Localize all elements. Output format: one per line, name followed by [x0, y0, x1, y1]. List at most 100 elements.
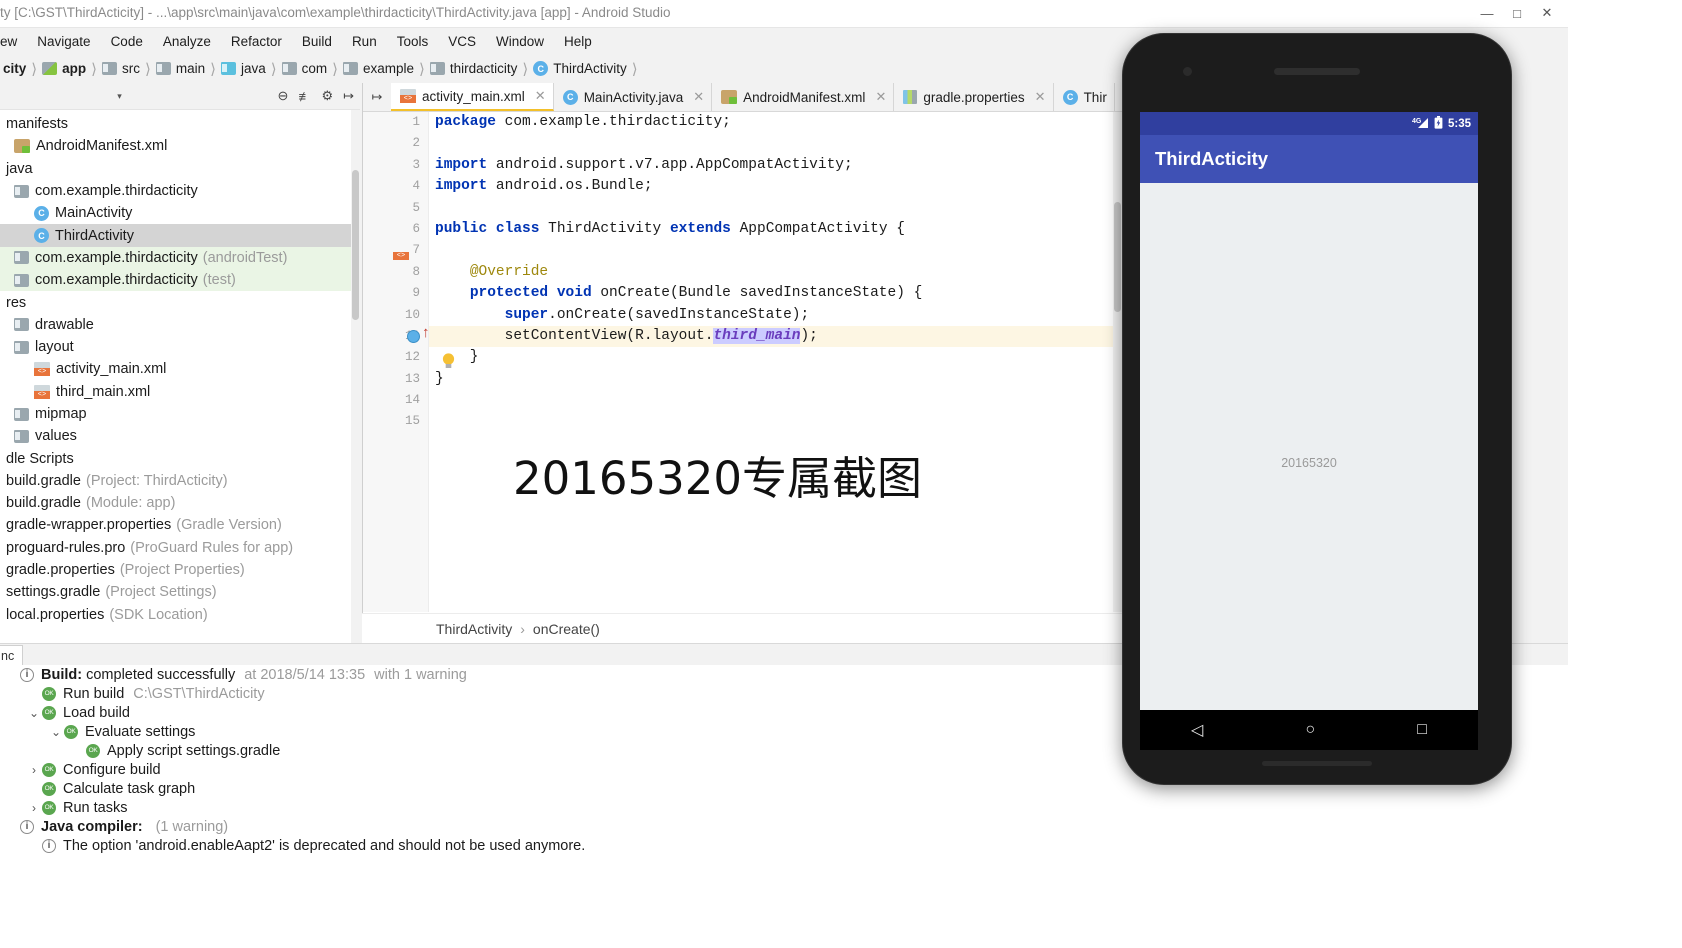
tree-item[interactable]: manifests: [0, 113, 360, 135]
close-icon[interactable]: ✕: [1532, 0, 1562, 26]
tree-item[interactable]: activity_main.xml: [0, 358, 360, 380]
status-breadcrumb-method[interactable]: onCreate(): [533, 621, 600, 637]
code-line[interactable]: setContentView(R.layout.third_main);: [429, 325, 1123, 348]
code-area[interactable]: 123456789101112131415 package com.exampl…: [363, 112, 1123, 612]
code-line[interactable]: [429, 390, 1123, 411]
menu-item-refactor[interactable]: Refactor: [221, 32, 292, 51]
home-button[interactable]: ○: [1305, 721, 1315, 739]
recents-button[interactable]: □: [1417, 721, 1427, 739]
breadcrumb-item-java[interactable]: java: [218, 61, 269, 76]
tree-item[interactable]: local.properties (SDK Location): [0, 604, 360, 626]
menu-item-code[interactable]: Code: [101, 32, 153, 51]
intention-bulb-icon[interactable]: [441, 352, 456, 370]
tree-item[interactable]: values: [0, 425, 360, 447]
tree-item[interactable]: third_main.xml: [0, 381, 360, 403]
code-line[interactable]: [429, 240, 1123, 261]
code-line[interactable]: package com.example.thirdacticity;: [429, 112, 1123, 133]
tree-item[interactable]: settings.gradle (Project Settings): [0, 581, 360, 603]
editor-tab[interactable]: C MainActivity.java ✕: [553, 83, 713, 111]
menu-item-view[interactable]: ew: [0, 32, 27, 51]
menu-item-navigate[interactable]: Navigate: [27, 32, 100, 51]
editor-tab[interactable]: AndroidManifest.xml ✕: [712, 83, 895, 111]
tree-item[interactable]: com.example.thirdacticity (test): [0, 269, 360, 292]
code-line[interactable]: super.onCreate(savedInstanceState);: [429, 305, 1123, 326]
close-tab-icon[interactable]: ✕: [1035, 89, 1046, 105]
breadcrumb-item-main[interactable]: main: [153, 61, 208, 76]
menu-item-analyze[interactable]: Analyze: [153, 32, 221, 51]
tab-sync[interactable]: nc: [0, 645, 24, 666]
expand-chevron-icon[interactable]: ›: [26, 801, 42, 815]
editor-tab[interactable]: C Thir: [1053, 83, 1115, 111]
gear-icon[interactable]: ⚙: [321, 88, 333, 104]
code-line[interactable]: public class ThirdActivity extends AppCo…: [429, 219, 1123, 240]
expand-chevron-icon[interactable]: ›: [26, 763, 42, 777]
chevron-right-icon: ⟩: [332, 60, 338, 78]
maximize-icon[interactable]: □: [1502, 0, 1532, 26]
code-line[interactable]: [429, 411, 1123, 432]
tree-item[interactable]: gradle-wrapper.properties (Gradle Version…: [0, 514, 360, 536]
menu-item-help[interactable]: Help: [554, 32, 602, 51]
expand-chevron-icon[interactable]: ⌄: [26, 706, 42, 720]
tree-item[interactable]: drawable: [0, 314, 360, 336]
menu-item-window[interactable]: Window: [486, 32, 554, 51]
tree-item[interactable]: dle Scripts: [0, 447, 360, 469]
menu-item-tools[interactable]: Tools: [387, 32, 439, 51]
sort-icon[interactable]: ≢: [298, 89, 311, 104]
override-arrow-icon[interactable]: ↑: [422, 324, 430, 341]
tree-item[interactable]: com.example.thirdacticity: [0, 180, 360, 202]
editor-tab[interactable]: activity_main.xml ✕: [391, 83, 554, 111]
build-output-row[interactable]: › OK Run tasks: [0, 798, 1568, 817]
code-line[interactable]: [429, 198, 1123, 219]
project-scrollbar[interactable]: [351, 110, 360, 643]
close-tab-icon[interactable]: ✕: [875, 89, 886, 105]
collapse-all-icon[interactable]: ⊖: [278, 88, 289, 104]
tree-item[interactable]: gradle.properties (Project Properties): [0, 559, 360, 581]
editor-scrollbar[interactable]: [1113, 112, 1122, 612]
breadcrumb-item-project[interactable]: city: [0, 61, 29, 76]
back-button[interactable]: ◁: [1191, 720, 1203, 740]
menu-item-vcs[interactable]: VCS: [438, 32, 486, 51]
tree-item[interactable]: build.gradle (Project: ThirdActicity): [0, 470, 360, 492]
status-breadcrumb-class[interactable]: ThirdActivity: [436, 621, 512, 637]
tree-item[interactable]: C MainActivity: [0, 202, 360, 224]
code-line[interactable]: protected void onCreate(Bundle savedInst…: [429, 283, 1123, 304]
breadcrumb-item-com[interactable]: com: [279, 61, 331, 76]
build-output-row[interactable]: i Java compiler: (1 warning): [0, 817, 1568, 836]
breadcrumb-item-app[interactable]: app: [39, 61, 89, 76]
expand-chevron-icon[interactable]: ⌄: [48, 725, 64, 739]
editor-tab[interactable]: gradle.properties ✕: [894, 83, 1054, 111]
tree-item[interactable]: mipmap: [0, 403, 360, 425]
project-tree[interactable]: manifests AndroidManifest.xml java com.exam…: [0, 110, 360, 643]
minimize-icon[interactable]: —: [1472, 0, 1502, 26]
locate-icon[interactable]: ↦: [343, 88, 354, 104]
emulator-screen[interactable]: 4G 5:35 ThirdActicity 20165320: [1140, 112, 1478, 712]
breadcrumb-item-thirdactivity[interactable]: C ThirdActivity: [530, 61, 630, 76]
breadcrumb-item-src[interactable]: src: [99, 61, 143, 76]
menu-item-build[interactable]: Build: [292, 32, 342, 51]
tree-item[interactable]: AndroidManifest.xml: [0, 135, 360, 157]
build-output-row[interactable]: i The option 'android.enableAapt2' is dep…: [0, 836, 1568, 855]
breadcrumb-item-example[interactable]: example: [340, 61, 417, 76]
code-line[interactable]: import android.support.v7.app.AppCompatA…: [429, 155, 1123, 176]
code-line[interactable]: [429, 133, 1123, 154]
chevron-down-icon[interactable]: ▾: [117, 91, 122, 102]
tree-item[interactable]: proguard-rules.pro (ProGuard Rules for ap…: [0, 537, 360, 559]
code-line[interactable]: }: [429, 369, 1123, 390]
app-content[interactable]: 20165320: [1140, 183, 1478, 712]
menu-item-run[interactable]: Run: [342, 32, 387, 51]
close-tab-icon[interactable]: ✕: [535, 88, 546, 104]
restore-layout-icon[interactable]: ↦: [363, 83, 391, 111]
source-code[interactable]: package com.example.thirdacticity; impor…: [429, 112, 1123, 612]
tree-item[interactable]: com.example.thirdacticity (androidTest): [0, 246, 360, 270]
tree-item[interactable]: build.gradle (Module: app): [0, 492, 360, 514]
close-tab-icon[interactable]: ✕: [693, 89, 704, 105]
run-marker-icon[interactable]: [407, 330, 420, 343]
tree-item[interactable]: res: [0, 291, 360, 313]
code-line[interactable]: import android.os.Bundle;: [429, 176, 1123, 197]
tree-item[interactable]: java: [0, 158, 360, 180]
breadcrumb-item-thirdacticity[interactable]: thirdacticity: [427, 61, 521, 76]
code-line[interactable]: @Override: [429, 262, 1123, 283]
code-line[interactable]: }: [429, 347, 1123, 368]
tree-item[interactable]: C ThirdActivity: [0, 224, 360, 247]
tree-item[interactable]: layout: [0, 336, 360, 358]
